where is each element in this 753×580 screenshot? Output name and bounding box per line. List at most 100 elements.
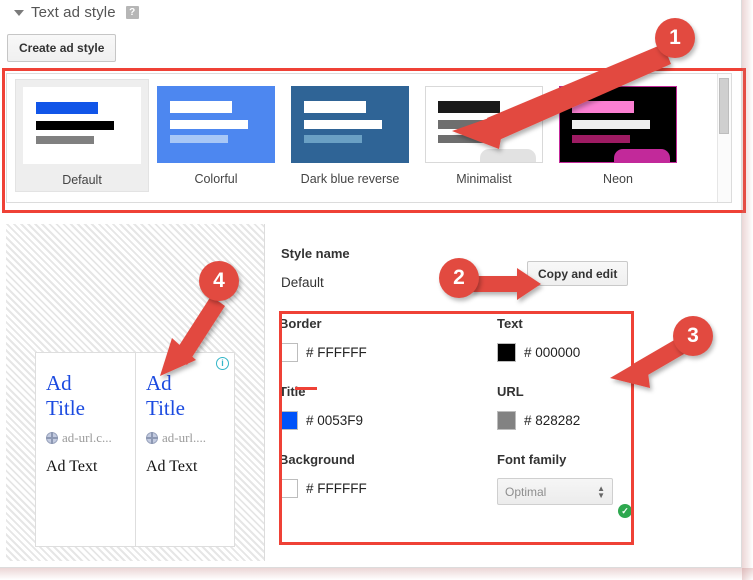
ad-style-thumbnail-preview — [291, 86, 409, 163]
color-hex-value[interactable]: # 000000 — [524, 345, 580, 360]
color-swatch[interactable] — [497, 343, 516, 362]
color-field-label: Background — [279, 452, 355, 467]
style-settings-pane: Style name Default Copy and edit Border #… — [265, 224, 732, 561]
thumbnail-bar — [572, 101, 634, 113]
thumbnail-bar — [304, 101, 366, 113]
ad-style-thumbnail-label: Dark blue reverse — [300, 172, 400, 186]
ad-style-thumbnail-label: Default — [62, 173, 102, 187]
thumbnail-bar — [572, 120, 650, 129]
page-shadow-bottom — [0, 568, 753, 580]
callout-number-2: 2 — [439, 258, 479, 298]
section-header[interactable]: Text ad style ? — [14, 4, 139, 21]
ad-style-thumbnail-strip: Default Colorful Dark blue reverse Minimali… — [6, 73, 732, 203]
thumbnail-tab-shape — [614, 149, 670, 162]
thumbnail-bar — [438, 135, 496, 143]
color-hex-value[interactable]: # 0053F9 — [306, 413, 363, 428]
thumbnail-bar — [304, 135, 362, 143]
color-swatch-row[interactable]: # 0053F9 — [279, 411, 497, 430]
screenshot-root: Text ad style ? Create ad style Default C… — [0, 0, 753, 580]
ad-style-thumbnail-preview — [157, 86, 275, 163]
ad-style-thumbnail[interactable]: Default — [15, 79, 149, 192]
ad-style-thumbnail-preview — [559, 86, 677, 163]
page-title: Text ad style — [31, 4, 116, 21]
thumbnail-bar — [572, 135, 630, 143]
color-field: Title # 0053F9 — [279, 384, 497, 452]
ad-preview-cards: Ad Title ad-url.c... Ad Text i Ad Title … — [35, 352, 235, 547]
ad-body-text: Ad Text — [146, 458, 198, 475]
color-field: Background # FFFFFF — [279, 452, 497, 527]
color-swatch-row[interactable]: # FFFFFF — [279, 343, 497, 362]
style-name-label: Style name — [281, 246, 350, 261]
font-family-select-value: Optimal — [505, 484, 547, 499]
thumbnail-bar — [170, 135, 228, 143]
ad-style-thumbnail[interactable]: Dark blue reverse — [283, 79, 417, 190]
thumbnail-bar — [438, 101, 500, 113]
info-icon[interactable]: i — [216, 357, 229, 370]
page-shadow-right — [742, 0, 753, 580]
ad-title-line1: Ad — [146, 371, 172, 395]
triangle-down-icon[interactable] — [14, 9, 24, 16]
color-field-grid: Border # FFFFFF Text # 000000 Title # 0053F9 U… — [279, 316, 635, 527]
thumbnail-bar — [36, 121, 114, 130]
font-family-field: Font family Optimal ▲ ▼ — [497, 452, 635, 527]
globe-icon — [146, 432, 158, 444]
thumbnail-bar — [438, 120, 516, 129]
ad-url: ad-url.c... — [62, 430, 112, 445]
font-family-select[interactable]: Optimal ▲ ▼ — [497, 478, 613, 505]
ad-style-thumbnail-label: Neon — [603, 172, 633, 186]
ad-style-thumbnail-label: Minimalist — [456, 172, 512, 186]
create-ad-style-button[interactable]: Create ad style — [7, 34, 117, 62]
color-field: Border # FFFFFF — [279, 316, 497, 384]
color-swatch-row[interactable]: # FFFFFF — [279, 479, 497, 498]
color-swatch-row[interactable]: # 000000 — [497, 343, 635, 362]
color-field: Text # 000000 — [497, 316, 635, 384]
ad-title-line2: Title — [146, 396, 185, 420]
style-name-value: Default — [281, 275, 324, 290]
color-swatch-row[interactable]: # 828282 — [497, 411, 635, 430]
color-swatch[interactable] — [279, 479, 298, 498]
color-swatch[interactable] — [279, 343, 298, 362]
color-swatch[interactable] — [497, 411, 516, 430]
color-hex-value[interactable]: # FFFFFF — [306, 481, 367, 496]
color-swatch[interactable] — [279, 411, 298, 430]
ad-style-thumbnail-preview — [425, 86, 543, 163]
ad-url: ad-url.... — [162, 430, 207, 445]
callout-number-1: 1 — [655, 18, 695, 58]
ad-title-line1: Ad — [46, 371, 72, 395]
ad-style-thumbnail[interactable]: Minimalist — [417, 79, 551, 190]
ad-preview-card: Ad Title ad-url.c... Ad Text — [36, 353, 135, 546]
ad-url-row: ad-url.... — [146, 430, 226, 446]
globe-icon — [46, 432, 58, 444]
color-field-label: URL — [497, 384, 524, 399]
valid-check-icon: ✓ — [618, 504, 632, 518]
color-hex-value[interactable]: # 828282 — [524, 413, 580, 428]
ad-title: Ad Title — [146, 371, 226, 421]
thumbnail-bar — [170, 101, 232, 113]
thumbnail-scrollbar[interactable] — [717, 74, 731, 202]
ad-style-thumbnail-row: Default Colorful Dark blue reverse Minimali… — [7, 74, 685, 192]
title-field-underline — [295, 387, 317, 390]
color-field-label: Text — [497, 316, 523, 331]
spinner-arrows-icon[interactable]: ▲ ▼ — [597, 484, 605, 499]
help-icon[interactable]: ? — [125, 6, 139, 19]
ad-title-line2: Title — [46, 396, 85, 420]
ad-preview-card: i Ad Title ad-url.... Ad Text — [135, 353, 234, 546]
ad-style-thumbnail[interactable]: Colorful — [149, 79, 283, 190]
thumbnail-bar — [36, 102, 98, 114]
color-field: URL # 828282 — [497, 384, 635, 452]
ad-style-thumbnail-preview — [23, 87, 141, 164]
thumbnail-tab-shape — [480, 149, 536, 162]
ad-style-thumbnail[interactable]: Neon — [551, 79, 685, 190]
thumbnail-bar — [36, 136, 94, 144]
thumbnail-scrollbar-thumb[interactable] — [719, 78, 729, 134]
ad-style-thumbnail-label: Colorful — [194, 172, 238, 186]
font-family-label: Font family — [497, 452, 567, 467]
ad-body-text: Ad Text — [46, 458, 98, 475]
thumbnail-bar — [170, 120, 248, 129]
ad-title: Ad Title — [46, 371, 127, 421]
copy-and-edit-button[interactable]: Copy and edit — [527, 261, 629, 286]
color-hex-value[interactable]: # FFFFFF — [306, 345, 367, 360]
color-field-label: Border — [279, 316, 322, 331]
page-content: Text ad style ? Create ad style Default C… — [0, 0, 742, 568]
thumbnail-bar — [304, 120, 382, 129]
